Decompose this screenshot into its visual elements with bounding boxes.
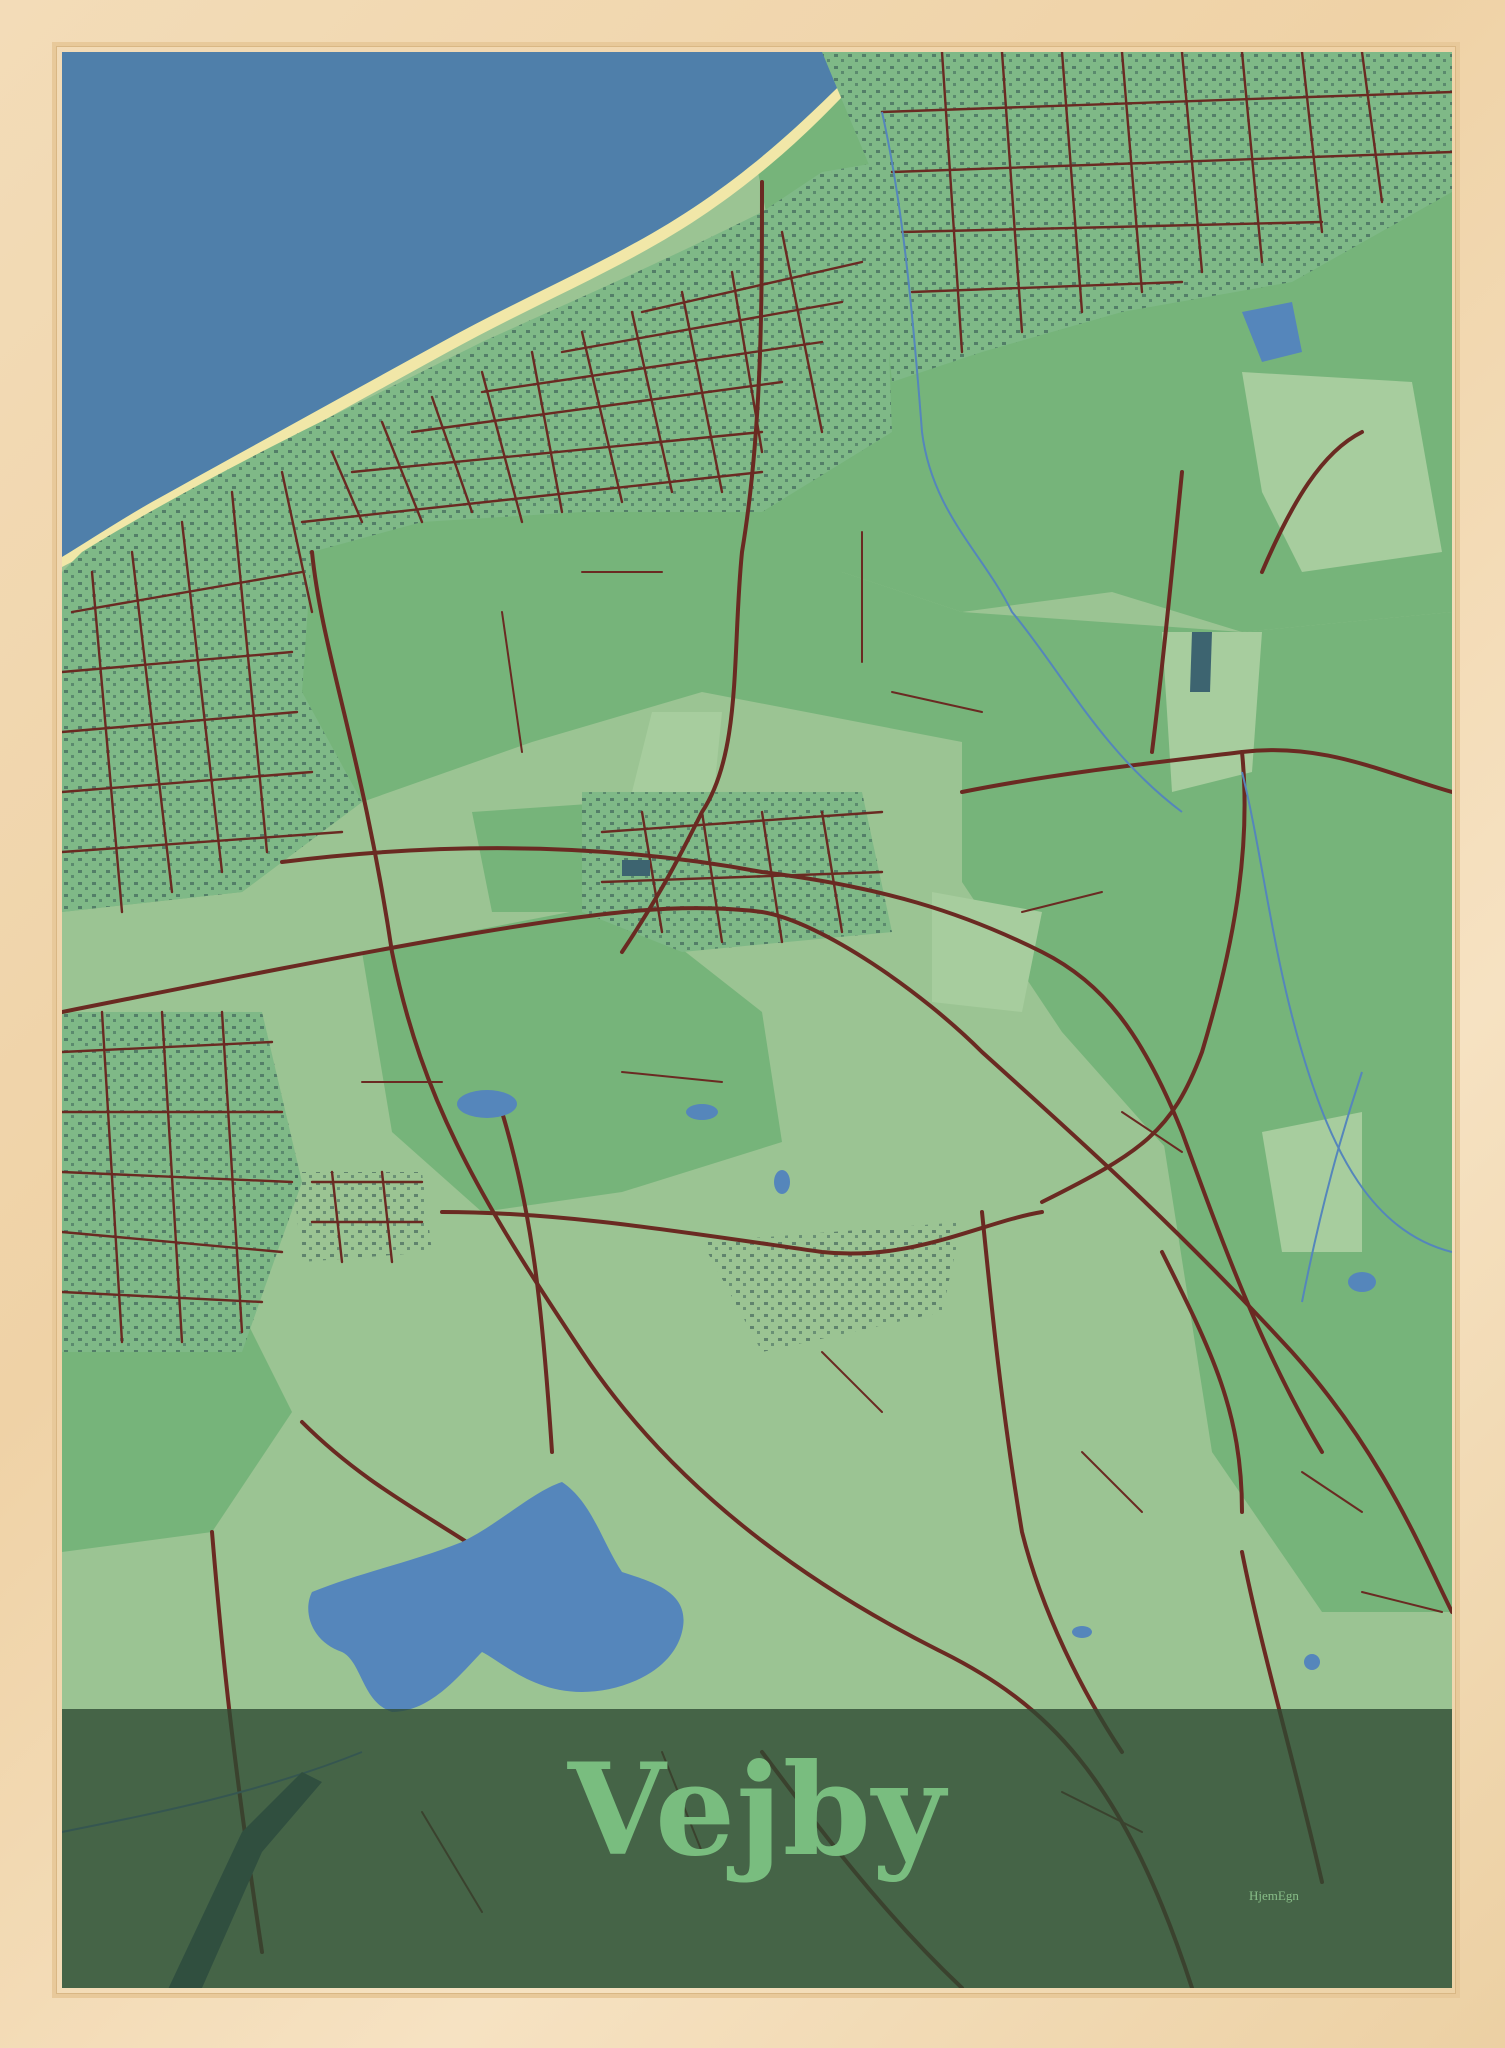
place-name-title: Vejby <box>567 1736 947 1884</box>
pond <box>622 860 650 876</box>
brand-logo: HjemEgn <box>1249 1888 1299 1903</box>
reservoir <box>1190 632 1212 692</box>
city-map <box>62 52 1452 1988</box>
map-poster: Vejby HjemEgn <box>62 52 1452 1988</box>
lake <box>686 1104 718 1120</box>
lake <box>457 1090 517 1118</box>
lake <box>1348 1272 1376 1292</box>
lake <box>1304 1654 1320 1670</box>
lake <box>774 1170 790 1194</box>
lake <box>1072 1626 1092 1638</box>
